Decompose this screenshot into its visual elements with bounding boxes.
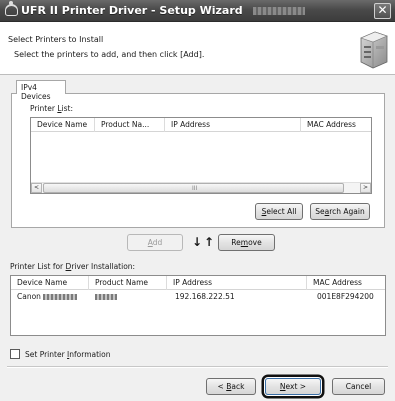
close-icon: ✕ bbox=[377, 3, 388, 17]
mac-address-cell: 001E8F294200 bbox=[317, 292, 374, 301]
column-ip-address[interactable]: IP Address bbox=[165, 118, 301, 132]
window-title: UFR II Printer Driver - Setup Wizard bbox=[21, 4, 243, 17]
scrollbar-thumb[interactable]: III bbox=[43, 183, 344, 193]
divider bbox=[7, 366, 388, 368]
column-product-name[interactable]: Product Name bbox=[89, 276, 167, 290]
setup-app-icon bbox=[5, 1, 18, 16]
ip-address-cell: 192.168.222.51 bbox=[175, 292, 235, 301]
scroll-right-arrow-icon[interactable]: > bbox=[360, 183, 371, 193]
printer-list-label: Printer List: bbox=[30, 104, 73, 113]
column-ip-address[interactable]: IP Address bbox=[167, 276, 307, 290]
close-button[interactable]: ✕ bbox=[374, 3, 391, 19]
add-button[interactable]: Add bbox=[127, 234, 183, 251]
horizontal-scrollbar[interactable]: < III > bbox=[31, 182, 371, 193]
printer-list-header: Device Name Product Na... IP Address MAC… bbox=[31, 118, 371, 132]
install-list-label: Printer List for Driver Installation: bbox=[10, 262, 136, 271]
product-name-cell bbox=[95, 292, 117, 301]
wizard-header: Select Printers to Install Select the pr… bbox=[0, 22, 395, 75]
title-bar: UFR II Printer Driver - Setup Wizard ✕ bbox=[0, 0, 395, 22]
table-row[interactable]: Canon 192.168.222.51 001E8F294200 bbox=[11, 290, 385, 302]
column-product-name[interactable]: Product Na... bbox=[95, 118, 165, 132]
column-mac-address[interactable]: MAC Address bbox=[301, 118, 373, 132]
remove-button[interactable]: Remove bbox=[218, 234, 275, 251]
redacted-version-text bbox=[253, 7, 305, 15]
scrollbar-grip-icon: III bbox=[192, 185, 198, 192]
next-button[interactable]: Next > bbox=[265, 378, 321, 395]
select-all-button[interactable]: Select All bbox=[255, 203, 303, 220]
column-device-name[interactable]: Device Name bbox=[11, 276, 89, 290]
device-name-cell: Canon bbox=[17, 292, 78, 301]
redacted-text bbox=[43, 294, 78, 300]
scroll-left-arrow-icon[interactable]: < bbox=[31, 183, 42, 193]
column-mac-address[interactable]: MAC Address bbox=[307, 276, 387, 290]
set-printer-information-checkbox[interactable] bbox=[10, 349, 20, 359]
tab-ipv4-devices[interactable]: IPv4 Devices bbox=[16, 80, 66, 101]
install-list-header: Device Name Product Name IP Address MAC … bbox=[11, 276, 385, 290]
printer-icon bbox=[360, 31, 388, 69]
page-title: Select Printers to Install bbox=[8, 35, 104, 44]
column-device-name[interactable]: Device Name bbox=[31, 118, 95, 132]
search-again-button[interactable]: Search Again bbox=[310, 203, 370, 220]
page-subtitle: Select the printers to add, and then cli… bbox=[14, 50, 205, 59]
set-printer-information-label[interactable]: Set Printer Information bbox=[25, 350, 110, 359]
install-list[interactable]: Device Name Product Name IP Address MAC … bbox=[10, 275, 386, 336]
redacted-text bbox=[95, 294, 117, 300]
cancel-button[interactable]: Cancel bbox=[332, 378, 385, 395]
back-button[interactable]: < Back bbox=[206, 378, 256, 395]
printer-list[interactable]: Device Name Product Na... IP Address MAC… bbox=[30, 117, 372, 194]
move-arrows-icon: ↓↑ bbox=[192, 235, 217, 249]
